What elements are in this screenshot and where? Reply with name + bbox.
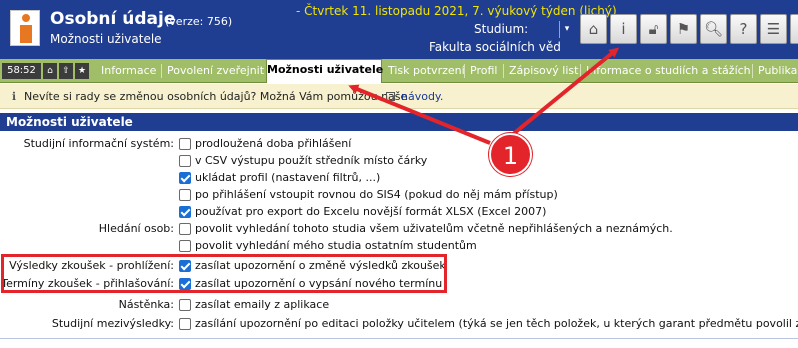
annotation-arrows (348, 47, 620, 145)
annotation-badge: 1 (489, 133, 532, 176)
arrow-to-tab (348, 84, 491, 145)
arrow-to-icons (510, 47, 620, 137)
